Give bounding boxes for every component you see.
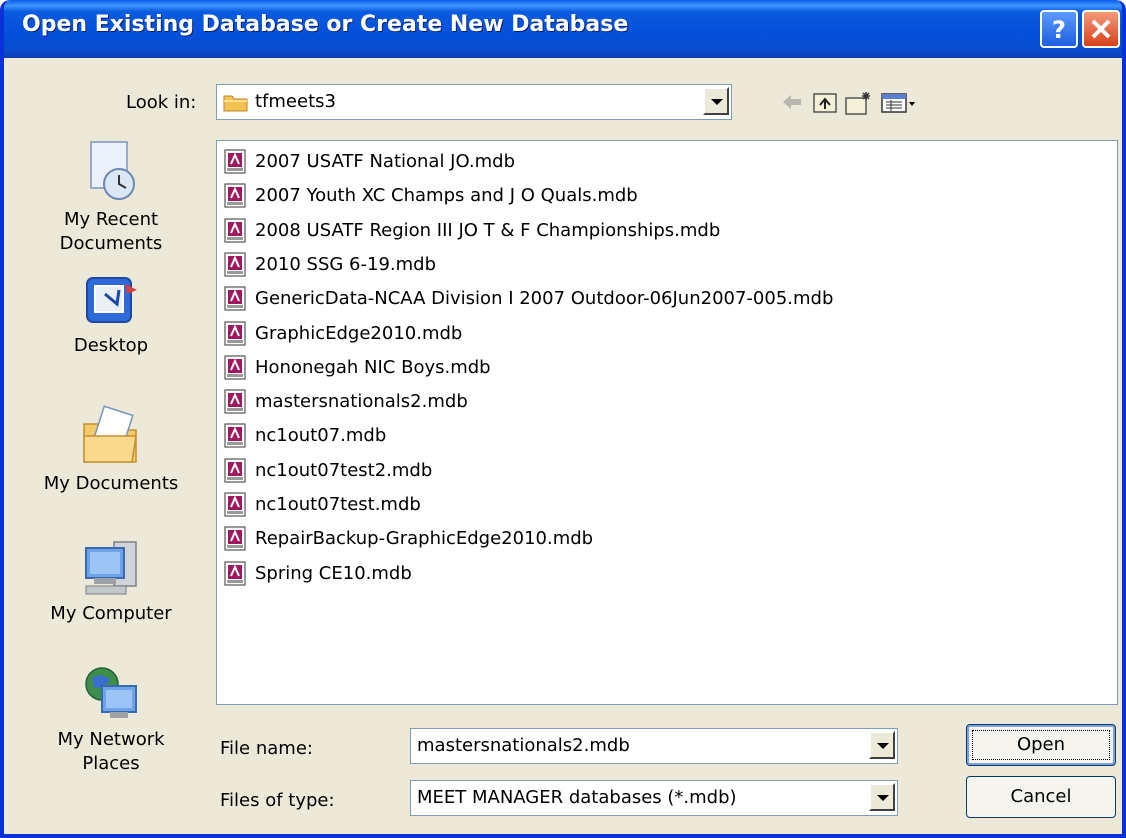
- file-name-label: File name:: [220, 738, 313, 759]
- file-name-text: nc1out07test2.mdb: [255, 459, 433, 481]
- help-icon: ?: [1052, 16, 1066, 44]
- file-name-text: 2007 USATF National JO.mdb: [255, 151, 516, 172]
- title-bar[interactable]: Open Existing Database or Create New Dat…: [4, 0, 1122, 58]
- desktop-icon: [86, 277, 137, 323]
- mdb-file-icon: [224, 526, 246, 551]
- mdb-file-icon: [224, 355, 246, 380]
- file-name-text: 2007 Youth XC Champs and J O Quals.mdb: [255, 185, 638, 207]
- mdb-file-icon: [224, 423, 246, 448]
- open-button[interactable]: Open: [966, 724, 1116, 766]
- chevron-down-icon: [711, 99, 723, 105]
- file-name-text: nc1out07test.mdb: [255, 494, 421, 515]
- file-type-dropdown-button[interactable]: [869, 783, 895, 811]
- mdb-file-icon: [224, 217, 246, 243]
- look-in-value: tfmeets3: [255, 91, 336, 112]
- place-desktop[interactable]: Desktop: [18, 274, 204, 358]
- file-name-text: 2008 USATF Region III JO T & F Champions…: [255, 219, 721, 241]
- chevron-down-icon: [877, 795, 889, 801]
- file-name-text: GraphicEdge2010.mdb: [255, 322, 463, 344]
- close-icon: [1091, 19, 1111, 39]
- up-folder-icon[interactable]: [812, 90, 838, 116]
- focus-rect: [972, 730, 1110, 760]
- file-name-text: 2010 SSG 6-19.mdb: [255, 253, 437, 275]
- dialog-title: Open Existing Database or Create New Dat…: [22, 12, 629, 37]
- mdb-file-icon: [224, 458, 246, 483]
- mdb-file-icon: [224, 389, 246, 414]
- mdb-file-icon: [224, 183, 246, 208]
- file-list[interactable]: 2007 USATF National JO.mdb 2007 Youth XC …: [216, 140, 1118, 705]
- file-name-text: GenericData-NCAA Division I 2007 Outdoor…: [255, 288, 834, 310]
- close-button[interactable]: [1082, 10, 1120, 48]
- place-label-desktop: Desktop: [73, 335, 149, 356]
- place-label-network-2: Places: [82, 753, 140, 774]
- file-name-text: RepairBackup-GraphicEdge2010.mdb: [255, 528, 594, 550]
- open-database-dialog: Open Existing Database or Create New Dat…: [0, 0, 1126, 838]
- file-name-input[interactable]: mastersnationals2.mdb: [410, 728, 898, 764]
- help-button[interactable]: ?: [1040, 10, 1078, 48]
- svg-text:?: ?: [1052, 16, 1066, 44]
- mdb-file-icon: [224, 252, 246, 277]
- file-name-text: Spring CE10.mdb: [255, 562, 412, 584]
- file-name-text: Hononegah NIC Boys.mdb: [255, 356, 491, 378]
- my-documents-icon: [83, 405, 137, 463]
- folder-icon: [223, 95, 248, 112]
- place-my-recent-documents[interactable]: My Recent Documents: [18, 140, 204, 256]
- mdb-file-icon: [224, 560, 246, 586]
- mdb-file-icon: [224, 286, 246, 311]
- place-my-network-places[interactable]: My Network Places: [18, 662, 204, 776]
- cancel-button-label: Cancel: [1010, 786, 1072, 807]
- mdb-file-icon: [224, 320, 246, 346]
- file-name-text: mastersnationals2.mdb: [255, 391, 468, 413]
- file-type-value: MEET MANAGER databases (*.mdb): [417, 787, 737, 808]
- file-type-dropdown[interactable]: MEET MANAGER databases (*.mdb): [410, 780, 898, 816]
- place-label-my-computer: My Computer: [50, 603, 172, 624]
- network-places-icon: [85, 667, 137, 718]
- look-in-label: Look in:: [126, 92, 197, 113]
- chevron-down-icon: [877, 743, 889, 749]
- new-folder-icon[interactable]: [844, 90, 872, 116]
- recent-documents-icon: [90, 141, 135, 200]
- mdb-file-icon: [224, 492, 246, 517]
- place-label-recent-1: My Recent: [63, 209, 159, 230]
- place-label-recent-2: Documents: [59, 233, 163, 254]
- place-my-documents[interactable]: My Documents: [18, 404, 204, 496]
- file-type-label: Files of type:: [220, 790, 335, 811]
- look-in-dropdown-button[interactable]: [703, 87, 729, 115]
- file-name-text: nc1out07.mdb: [255, 425, 387, 447]
- mdb-file-icon: [224, 149, 246, 174]
- my-computer-icon: [85, 541, 137, 595]
- place-my-computer[interactable]: My Computer: [18, 536, 204, 626]
- back-icon[interactable]: [780, 90, 804, 114]
- file-name-value: mastersnationals2.mdb: [417, 735, 630, 756]
- look-in-dropdown[interactable]: tfmeets3: [216, 84, 732, 120]
- file-name-dropdown-button[interactable]: [869, 731, 895, 759]
- place-label-my-documents: My Documents: [43, 473, 179, 494]
- place-label-network-1: My Network: [57, 729, 165, 750]
- views-menu-icon[interactable]: [880, 90, 920, 116]
- cancel-button[interactable]: Cancel: [966, 776, 1116, 818]
